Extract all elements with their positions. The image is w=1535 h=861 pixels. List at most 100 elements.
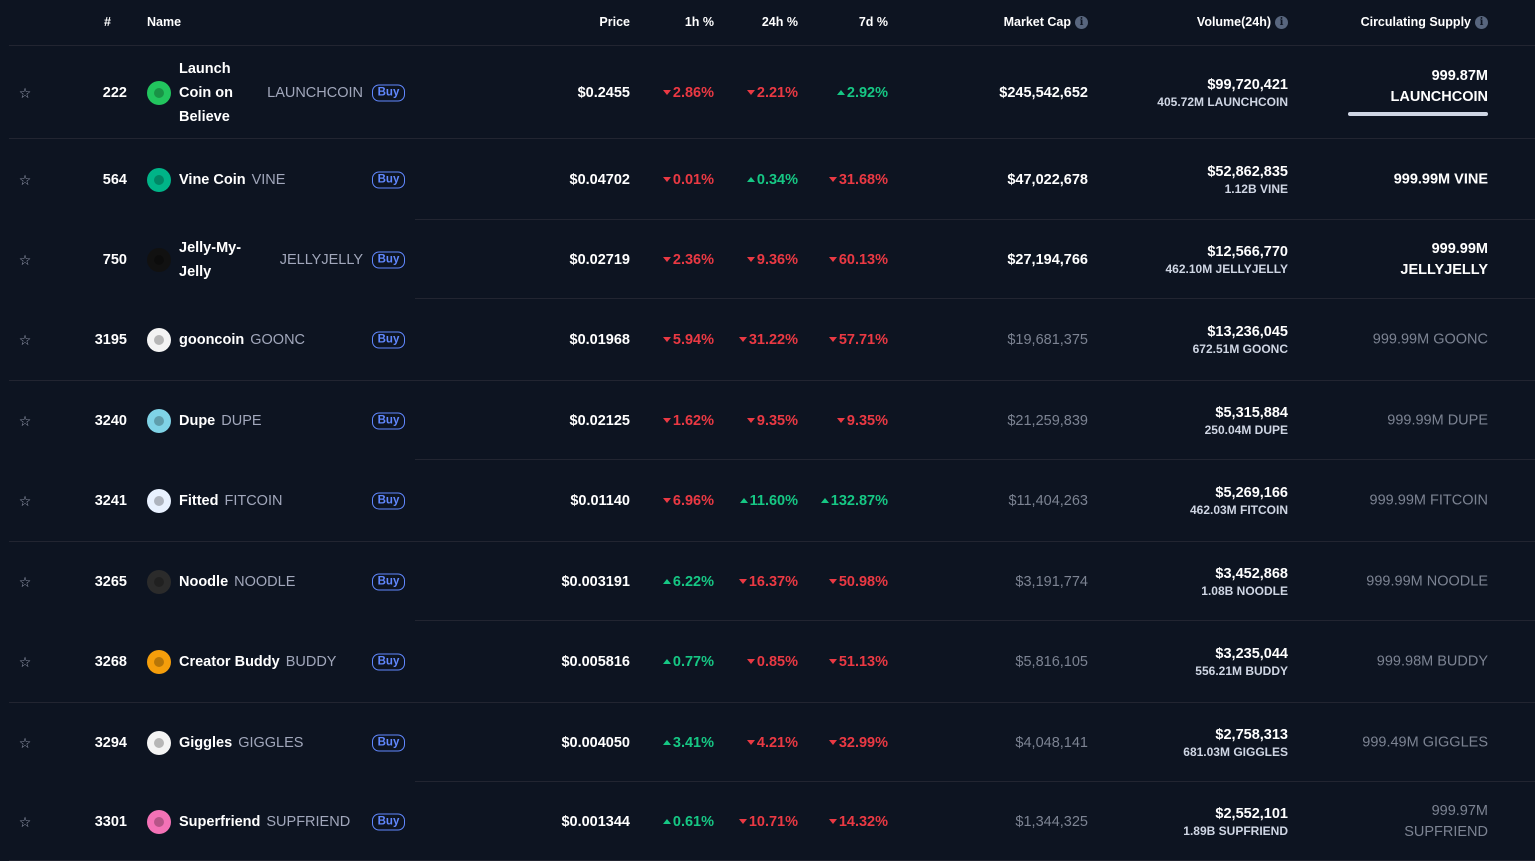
table-row[interactable]: ☆ 564 Vine Coin VINE Buy $0.04702 0.01% 0.34% 31… — [0, 139, 1535, 220]
header-supply-label[interactable]: Circulating Supply — [1361, 15, 1471, 29]
header-24h[interactable]: 24h % — [762, 15, 798, 29]
coin-name[interactable]: Noodle — [179, 574, 228, 590]
buy-button[interactable]: Buy — [372, 734, 405, 751]
price[interactable]: $0.02125 — [570, 413, 630, 429]
coin-name[interactable]: gooncoin — [179, 332, 244, 348]
star-icon[interactable]: ☆ — [17, 413, 33, 429]
circulating-supply: 999.99M DUPE — [1387, 412, 1488, 428]
coin-name[interactable]: Creator Buddy — [179, 654, 280, 670]
coin-name-group[interactable]: Fitted FITCOIN — [179, 493, 282, 509]
table-row[interactable]: ☆ 3240 Dupe DUPE Buy $0.02125 1.62% 9.35% 9.35% $… — [0, 381, 1535, 460]
volume-usd[interactable]: $2,552,101 — [1183, 806, 1288, 822]
star-icon[interactable]: ☆ — [17, 574, 33, 590]
volume[interactable]: $3,235,044 556.21M BUDDY — [1195, 646, 1288, 678]
table-row[interactable]: ☆ 222 Launch Coin on Believe LAUNCHCOIN Buy $… — [0, 46, 1535, 139]
price[interactable]: $0.001344 — [561, 814, 630, 830]
star-icon[interactable]: ☆ — [17, 172, 33, 188]
volume-usd[interactable]: $3,452,868 — [1201, 566, 1288, 582]
volume[interactable]: $99,720,421 405.72M LAUNCHCOIN — [1157, 77, 1288, 109]
coin-name-group[interactable]: Giggles GIGGLES — [179, 735, 303, 751]
volume-usd[interactable]: $5,269,166 — [1190, 485, 1288, 501]
header-market-cap[interactable]: Market Cap i — [1004, 15, 1088, 29]
header-1h[interactable]: 1h % — [685, 15, 714, 29]
volume-usd[interactable]: $5,315,884 — [1205, 405, 1288, 421]
table-row[interactable]: ☆ 750 Jelly-My-Jelly JELLYJELLY Buy $0.02719 2… — [0, 220, 1535, 299]
change-7d: 132.87% — [820, 493, 888, 509]
coin-name[interactable]: Launch Coin on Believe — [179, 57, 259, 129]
change-7d: 51.13% — [828, 654, 888, 670]
price[interactable]: $0.005816 — [561, 654, 630, 670]
coin-name-group[interactable]: Vine Coin VINE — [179, 172, 285, 188]
table-row[interactable]: ☆ 3301 Superfriend SUPFRIEND Buy $0.001344 0.6… — [0, 782, 1535, 861]
price[interactable]: $0.003191 — [561, 574, 630, 590]
caret-up-icon — [739, 498, 748, 503]
coin-name[interactable]: Jelly-My-Jelly — [179, 236, 259, 284]
coin-name-group[interactable]: gooncoin GOONC — [179, 332, 305, 348]
volume-usd[interactable]: $99,720,421 — [1157, 77, 1288, 93]
coin-name[interactable]: Giggles — [179, 735, 232, 751]
star-icon[interactable]: ☆ — [17, 332, 33, 348]
info-icon[interactable]: i — [1275, 15, 1288, 29]
table-row[interactable]: ☆ 3195 gooncoin GOONC Buy $0.01968 5.94% 31.22%… — [0, 299, 1535, 381]
buy-button[interactable]: Buy — [372, 492, 405, 510]
coin-name[interactable]: Dupe — [179, 413, 215, 429]
info-icon[interactable]: i — [1075, 15, 1088, 29]
star-icon[interactable]: ☆ — [17, 85, 33, 101]
header-volume-label[interactable]: Volume(24h) — [1197, 15, 1271, 29]
rank: 564 — [102, 171, 127, 188]
star-icon[interactable]: ☆ — [17, 814, 33, 830]
buy-button[interactable]: Buy — [372, 813, 405, 830]
volume-usd[interactable]: $2,758,313 — [1183, 727, 1288, 743]
table-row[interactable]: ☆ 3268 Creator Buddy BUDDY Buy $0.005816 0.77%… — [0, 621, 1535, 703]
volume[interactable]: $13,236,045 672.51M GOONC — [1193, 324, 1288, 356]
fitted-icon — [147, 489, 171, 513]
header-supply[interactable]: Circulating Supply i — [1361, 15, 1488, 29]
star-icon[interactable]: ☆ — [17, 252, 33, 268]
buy-button[interactable]: Buy — [372, 573, 405, 590]
header-volume[interactable]: Volume(24h) i — [1197, 15, 1288, 29]
header-market-cap-label[interactable]: Market Cap — [1004, 15, 1071, 29]
price[interactable]: $0.02719 — [570, 252, 630, 268]
price[interactable]: $0.2455 — [578, 85, 630, 101]
volume[interactable]: $2,552,101 1.89B SUPFRIEND — [1183, 806, 1288, 838]
buy-button[interactable]: Buy — [372, 412, 405, 429]
header-name[interactable]: Name — [147, 15, 181, 29]
buy-button[interactable]: Buy — [372, 84, 405, 101]
volume-usd[interactable]: $13,236,045 — [1193, 324, 1288, 340]
coin-name-group[interactable]: Dupe DUPE — [179, 413, 262, 429]
volume-usd[interactable]: $12,566,770 — [1165, 244, 1288, 260]
header-rank[interactable]: # — [104, 15, 111, 29]
info-icon[interactable]: i — [1475, 15, 1488, 29]
coin-name-group[interactable]: Creator Buddy BUDDY — [179, 654, 336, 670]
table-row[interactable]: ☆ 3241 Fitted FITCOIN Buy $0.01140 6.96% 11.60%… — [0, 460, 1535, 542]
buy-button[interactable]: Buy — [372, 171, 405, 188]
header-7d[interactable]: 7d % — [859, 15, 888, 29]
volume[interactable]: $5,315,884 250.04M DUPE — [1205, 405, 1288, 437]
coin-name[interactable]: Vine Coin — [179, 172, 246, 188]
circulating-supply: 999.49M GIGGLES — [1362, 734, 1488, 750]
volume[interactable]: $52,862,835 1.12B VINE — [1207, 164, 1288, 196]
coin-name[interactable]: Superfriend — [179, 814, 260, 830]
volume[interactable]: $5,269,166 462.03M FITCOIN — [1190, 485, 1288, 517]
price[interactable]: $0.01968 — [570, 332, 630, 348]
volume[interactable]: $2,758,313 681.03M GIGGLES — [1183, 727, 1288, 759]
price[interactable]: $0.004050 — [561, 735, 630, 751]
table-row[interactable]: ☆ 3265 Noodle NOODLE Buy $0.003191 6.22% 16.37%… — [0, 542, 1535, 621]
star-icon[interactable]: ☆ — [17, 493, 33, 509]
volume-usd[interactable]: $52,862,835 — [1207, 164, 1288, 180]
volume-usd[interactable]: $3,235,044 — [1195, 646, 1288, 662]
table-row[interactable]: ☆ 3294 Giggles GIGGLES Buy $0.004050 3.41% 4.21… — [0, 703, 1535, 782]
coin-name[interactable]: Fitted — [179, 493, 218, 509]
volume[interactable]: $3,452,868 1.08B NOODLE — [1201, 566, 1288, 598]
buy-button[interactable]: Buy — [372, 331, 405, 349]
price[interactable]: $0.04702 — [570, 172, 630, 188]
header-price[interactable]: Price — [599, 15, 630, 29]
buy-button[interactable]: Buy — [372, 251, 405, 268]
buy-button[interactable]: Buy — [372, 653, 405, 671]
volume[interactable]: $12,566,770 462.10M JELLYJELLY — [1165, 244, 1288, 276]
coin-name-group[interactable]: Superfriend SUPFRIEND — [179, 814, 350, 830]
coin-name-group[interactable]: Noodle NOODLE — [179, 574, 295, 590]
star-icon[interactable]: ☆ — [17, 735, 33, 751]
price[interactable]: $0.01140 — [570, 493, 630, 509]
star-icon[interactable]: ☆ — [17, 654, 33, 670]
